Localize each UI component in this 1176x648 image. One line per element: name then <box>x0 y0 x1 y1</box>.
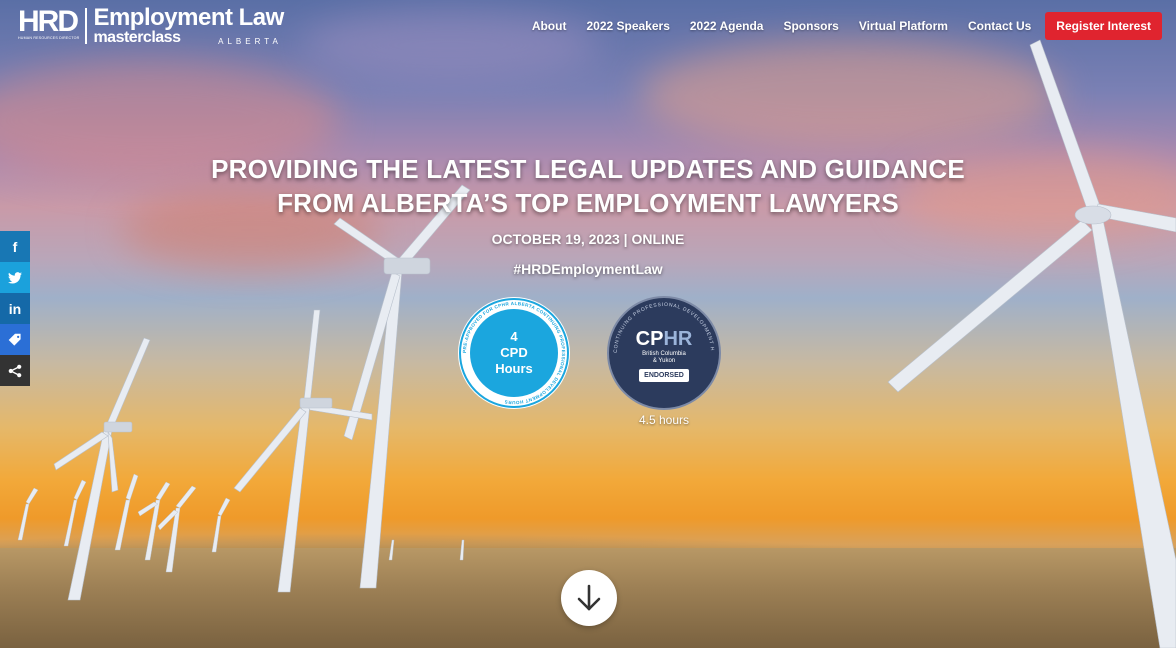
cpd-hours-badge: PRE-APPROVED FOR CPHR ALBERTA CONTINUING… <box>458 297 570 409</box>
nav-virtual-platform[interactable]: Virtual Platform <box>859 19 948 33</box>
tag-share-button[interactable] <box>0 324 30 355</box>
hero-headline-line1: PROVIDING THE LATEST LEGAL UPDATES AND G… <box>211 154 965 184</box>
nav-contact[interactable]: Contact Us <box>968 19 1031 33</box>
cpd-ring-text: PRE-APPROVED FOR CPHR ALBERTA CONTINUING… <box>459 298 569 408</box>
social-share-bar: f in <box>0 231 30 386</box>
logo-hrd: HRD <box>18 5 79 38</box>
logo-divider <box>85 8 88 44</box>
nav-agenda[interactable]: 2022 Agenda <box>690 19 764 33</box>
logo-region: ALBERTA <box>218 37 282 46</box>
register-interest-button[interactable]: Register Interest <box>1045 12 1162 40</box>
facebook-share-button[interactable]: f <box>0 231 30 262</box>
hero-headline-line2: FROM ALBERTA’S TOP EMPLOYMENT LAWYERS <box>277 188 899 218</box>
cphr-badge: CONTINUING PROFESSIONAL DEVELOPMENT HOUR… <box>607 296 721 410</box>
more-share-button[interactable] <box>0 355 30 386</box>
twitter-icon <box>8 271 22 284</box>
logo-subtitle: masterclass <box>93 29 181 46</box>
scroll-down-button[interactable] <box>561 570 617 626</box>
site-logo[interactable]: HRD HUMAN RESOURCES DIRECTOR Employment … <box>18 4 284 47</box>
nav-speakers[interactable]: 2022 Speakers <box>586 19 669 33</box>
linkedin-icon: in <box>8 300 22 317</box>
nav-about[interactable]: About <box>532 19 567 33</box>
linkedin-share-button[interactable]: in <box>0 293 30 324</box>
event-hashtag: #HRDEmploymentLaw <box>513 261 663 277</box>
svg-text:PRE-APPROVED FOR CPHR ALBERTA: PRE-APPROVED FOR CPHR ALBERTA CONTINUING… <box>462 301 566 405</box>
cphr-hours-caption: 4.5 hours <box>638 413 690 427</box>
logo-hrd-subtitle: HUMAN RESOURCES DIRECTOR <box>18 36 80 40</box>
facebook-icon: f <box>12 238 18 255</box>
nav-sponsors[interactable]: Sponsors <box>783 19 838 33</box>
wind-turbines-illustration <box>17 39 1176 648</box>
twitter-share-button[interactable] <box>0 262 30 293</box>
arrow-down-icon <box>577 584 601 611</box>
cphr-ring-text: CONTINUING PROFESSIONAL DEVELOPMENT HOUR… <box>607 296 715 353</box>
share-icon <box>8 364 22 377</box>
hero-headline: PROVIDING THE LATEST LEGAL UPDATES AND G… <box>0 152 1176 220</box>
svg-text:CONTINUING PROFESSIONAL DEVELO: CONTINUING PROFESSIONAL DEVELOPMENT HOUR… <box>607 296 715 353</box>
main-nav: About 2022 Speakers 2022 Agenda Sponsors… <box>522 12 1162 40</box>
tag-icon <box>8 333 21 346</box>
event-date: OCTOBER 19, 2023 | ONLINE <box>491 231 685 247</box>
logo-title: Employment Law <box>93 4 284 31</box>
